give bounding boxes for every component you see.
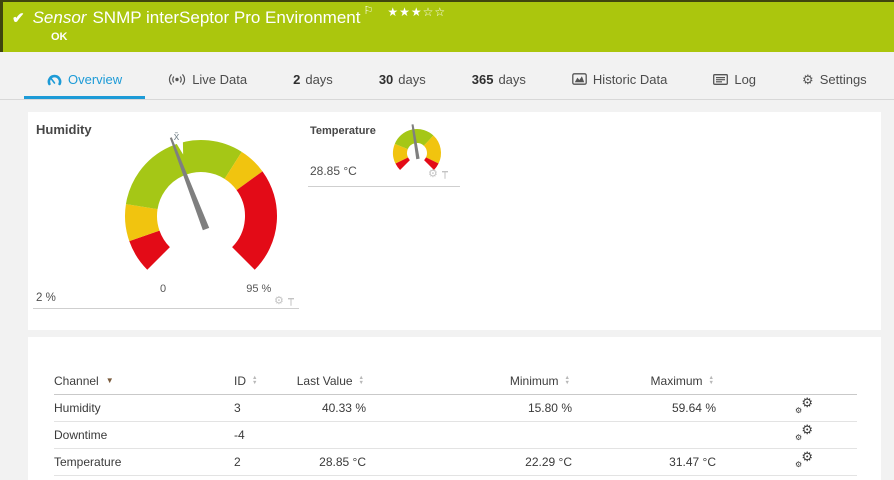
priority-flag-icon[interactable]: ⚐: [363, 4, 373, 17]
channel-last-value: [290, 421, 366, 449]
channel-settings-gears-icon[interactable]: ⚙ ⚙: [795, 423, 813, 442]
channel-maximum: [572, 421, 716, 449]
tab-label: Settings: [819, 71, 867, 87]
humidity-gauge: x̄ 0 95 %: [125, 131, 277, 295]
gauge-settings-icon[interactable]: ⚙: [274, 296, 284, 307]
channel-last-value: 28.85 °C: [290, 448, 366, 476]
column-header-actions: [716, 368, 857, 395]
channels-panel: Channel ▼ ID ▲ ▼ Last Value ▲ ▼ Minimum ▲ ▼ Max…: [28, 337, 881, 480]
tab-label: Log: [734, 71, 757, 87]
column-header-channel[interactable]: Channel ▼: [54, 368, 234, 395]
tile-divider: [33, 308, 299, 309]
channel-minimum: 15.80 %: [366, 394, 572, 422]
tab-label: days: [305, 71, 333, 87]
tab-label: Overview: [68, 71, 123, 87]
tab-live-data[interactable]: Live Data: [145, 59, 270, 99]
column-header-last-value[interactable]: Last Value ▲ ▼: [290, 368, 366, 395]
object-type-label: Sensor: [32, 8, 87, 27]
log-list-icon: [713, 73, 729, 85]
gauge-corner-label: 2 %: [36, 292, 56, 304]
table-header-row: Channel ▼ ID ▲ ▼ Last Value ▲ ▼ Minimum ▲ ▼ Max…: [54, 368, 857, 395]
column-label: Channel: [54, 373, 99, 388]
pin-icon[interactable]: [287, 297, 295, 307]
sort-desc-icon: ▼: [105, 376, 114, 386]
gauge-settings-icon[interactable]: ⚙: [428, 169, 438, 180]
channels-table: Channel ▼ ID ▲ ▼ Last Value ▲ ▼ Minimum ▲ ▼ Max…: [54, 368, 857, 476]
stars-empty: ☆☆: [422, 5, 447, 19]
column-header-id[interactable]: ID ▲ ▼: [234, 368, 290, 395]
svg-text:95 %: 95 %: [246, 283, 271, 295]
gauge-toolbar: ⚙: [274, 296, 295, 307]
status-check-icon: ✔: [12, 10, 25, 27]
temperature-last-value: 28.85 °C: [310, 164, 357, 178]
tab-historic-data[interactable]: Historic Data: [549, 59, 690, 99]
sensor-title-row: ✔ Sensor SNMP interSeptor Pro Environmen…: [12, 4, 446, 28]
temperature-gauge-title: Temperature: [310, 125, 376, 137]
area-chart-icon: [572, 73, 587, 85]
stars-filled: ★★★: [387, 5, 423, 19]
tab-label: days: [498, 71, 526, 87]
tab-bar: Overview Live Data 2 days 30 days 365 da…: [0, 52, 894, 100]
channel-maximum: 59.64 %: [572, 394, 716, 422]
pin-icon[interactable]: [441, 170, 449, 180]
svg-text:0: 0: [160, 283, 166, 295]
channel-last-value: 40.33 %: [290, 394, 366, 422]
gauge-toolbar: ⚙: [428, 169, 449, 180]
channel-name: Humidity: [54, 394, 234, 422]
table-row-downtime: Downtime -4 ⚙ ⚙: [54, 421, 857, 449]
tab-number: 2: [293, 71, 301, 87]
column-label: Last Value: [296, 373, 353, 388]
status-badge: OK: [51, 31, 68, 43]
sort-icon: ▲ ▼: [252, 374, 258, 386]
column-header-maximum[interactable]: Maximum ▲ ▼: [572, 368, 716, 395]
table-row-temperature: Temperature 2 28.85 °C 22.29 °C 31.47 °C…: [54, 448, 857, 476]
tab-label: Historic Data: [592, 71, 668, 87]
gear-icon: ⚙: [802, 71, 814, 87]
tab-label: days: [398, 71, 426, 87]
tab-overview[interactable]: Overview: [24, 59, 146, 99]
tab-number: 365: [471, 71, 494, 87]
tab-2-days[interactable]: 2 days: [270, 59, 356, 99]
channel-maximum: 31.47 °C: [572, 448, 716, 476]
table-row-humidity: Humidity 3 40.33 % 15.80 % 59.64 % ⚙ ⚙: [54, 394, 857, 422]
channel-id: -4: [234, 421, 290, 449]
column-label: Maximum: [650, 373, 703, 388]
humidity-gauge-title: Humidity: [36, 122, 92, 137]
column-label: Minimum: [509, 373, 559, 388]
priority-stars[interactable]: ★★★☆☆: [387, 5, 446, 19]
window-chrome-edge: [0, 0, 894, 2]
tab-365-days[interactable]: 365 days: [449, 59, 549, 99]
sort-icon: ▲ ▼: [564, 374, 570, 386]
page-title: SNMP interSeptor Pro Environment: [92, 8, 361, 27]
column-label: ID: [234, 373, 246, 388]
channel-name: Downtime: [54, 421, 234, 449]
tile-divider: [308, 186, 460, 187]
column-header-minimum[interactable]: Minimum ▲ ▼: [366, 368, 572, 395]
live-broadcast-icon: [168, 73, 186, 86]
tab-settings[interactable]: ⚙ Settings: [779, 59, 890, 99]
overview-gauges-panel: Humidity x̄ 0 95 % 2 % ⚙ Temperature 28.85…: [28, 112, 881, 330]
tab-label: Live Data: [192, 71, 248, 87]
sensor-header: ✔ Sensor SNMP interSeptor Pro Environmen…: [0, 0, 894, 52]
channel-minimum: [366, 421, 572, 449]
channel-settings-gears-icon[interactable]: ⚙ ⚙: [795, 450, 813, 469]
channel-settings-gears-icon[interactable]: ⚙ ⚙: [795, 396, 813, 415]
sort-icon: ▲ ▼: [708, 374, 714, 386]
channel-id: 2: [234, 448, 290, 476]
tab-log[interactable]: Log: [690, 59, 779, 99]
tab-number: 30: [378, 71, 394, 87]
channel-name: Temperature: [54, 448, 234, 476]
tab-30-days[interactable]: 30 days: [356, 59, 449, 99]
gauge-icon: [47, 73, 62, 86]
sort-icon: ▲ ▼: [358, 374, 364, 386]
channel-id: 3: [234, 394, 290, 422]
svg-text:x̄: x̄: [174, 131, 180, 143]
channel-minimum: 22.29 °C: [366, 448, 572, 476]
